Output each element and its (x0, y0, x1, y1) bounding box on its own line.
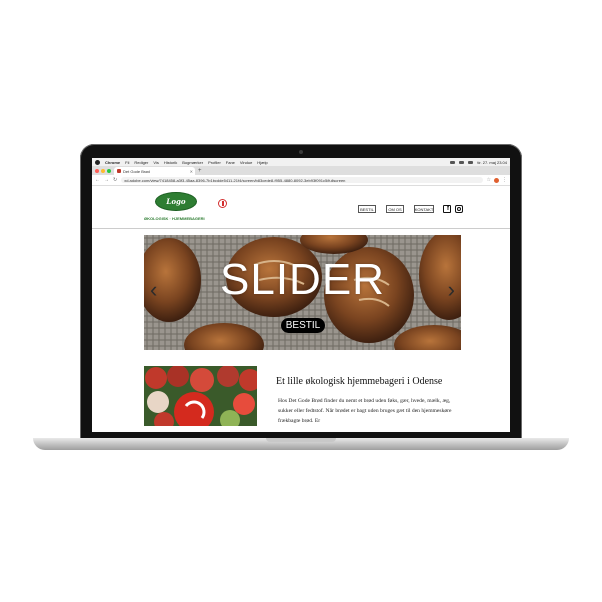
menubar-item-fil[interactable]: Fil (125, 160, 129, 165)
reload-icon[interactable]: ↻ (113, 177, 117, 183)
spotlight-icon[interactable] (468, 160, 474, 164)
intro-body: Hos Det Gode Brød finder du nemt et brød… (278, 398, 452, 424)
mac-menubar: Chrome Fil Rediger Vis Historik Bogmærke… (92, 158, 510, 166)
menubar-item-app[interactable]: Chrome (105, 160, 120, 165)
favicon-icon (117, 169, 121, 173)
forward-icon[interactable]: → (104, 177, 109, 183)
nav-item-kontakt[interactable]: KONTAKT (414, 205, 434, 213)
laptop-lid: Chrome Fil Rediger Vis Historik Bogmærke… (80, 144, 522, 440)
site-logo[interactable]: Logo (156, 193, 196, 210)
site-header: Logo ØKOLOGISK · HJEMMEBAGERI BESTIL OM … (92, 186, 510, 229)
wifi-icon[interactable] (450, 160, 456, 164)
intro-heading: Et lille økologisk hjemmebageri i Odense (276, 376, 443, 387)
nav-item-om-os[interactable]: OM OS (386, 205, 404, 213)
star-icon[interactable]: ☆ (487, 177, 491, 183)
browser-tab[interactable]: Det Gode Brød ✕ (114, 167, 195, 175)
logo-text: Logo (166, 197, 186, 206)
laptop-screen: Chrome Fil Rediger Vis Historik Bogmærke… (92, 158, 510, 432)
menubar-clock[interactable]: tir. 27. maj 23.04 (477, 160, 507, 165)
menubar-item-historik[interactable]: Historik (164, 160, 177, 165)
nav-om-os-label: OM OS (386, 205, 404, 213)
menubar-item-bogmaerker[interactable]: Bogmærker (182, 160, 203, 165)
new-tab-icon[interactable]: + (198, 168, 202, 174)
laptop-base (33, 438, 569, 450)
menubar-item-rediger[interactable]: Rediger (134, 160, 148, 165)
browser-toolbar: ← → ↻ xd.adobe.com/view/7418458-a3f3-45a… (92, 175, 510, 186)
browser-tabbar: Det Gode Brød ✕ + (92, 166, 510, 175)
nav-bestil-label: BESTIL (358, 205, 376, 213)
apples-photo (144, 366, 257, 426)
address-bar[interactable]: xd.adobe.com/view/7418458-a3f3-45aa-8396… (121, 177, 483, 183)
close-tab-icon[interactable]: ✕ (190, 169, 193, 174)
menubar-item-fane[interactable]: Fane (226, 160, 235, 165)
site-tagline: ØKOLOGISK · HJEMMEBAGERI (144, 216, 205, 221)
kebab-icon[interactable]: ⋮ (502, 177, 507, 183)
menubar-item-profiler[interactable]: Profiler (208, 160, 221, 165)
tab-title: Det Gode Brød (123, 168, 150, 174)
slider-title: SLIDER (220, 255, 385, 304)
organic-label-icon (218, 199, 227, 208)
maximize-window-icon[interactable] (107, 168, 111, 173)
menubar-item-vis[interactable]: Vis (153, 160, 158, 165)
url-text: xd.adobe.com/view/7418458-a3f3-45aa-8396… (124, 177, 346, 183)
back-icon[interactable]: ← (95, 177, 100, 183)
slider-order-button[interactable]: BESTIL (281, 318, 325, 333)
toolbar-icons: ☆ ⋮ (487, 177, 507, 183)
profile-icon[interactable] (494, 177, 499, 183)
minimize-window-icon[interactable] (101, 168, 105, 173)
window-controls (95, 168, 111, 173)
hero-slider: ‹ › SLIDER BESTIL (144, 235, 461, 350)
battery-icon[interactable] (459, 160, 465, 164)
facebook-icon[interactable]: f (443, 205, 451, 213)
webcam-icon (299, 150, 303, 154)
menubar-item-vindue[interactable]: Vindue (240, 160, 252, 165)
web-page: Logo ØKOLOGISK · HJEMMEBAGERI BESTIL OM … (92, 186, 510, 426)
nav-item-bestil[interactable]: BESTIL (358, 205, 376, 213)
instagram-icon[interactable] (455, 205, 463, 213)
nav-kontakt-label: KONTAKT (414, 205, 434, 213)
apple-icon[interactable] (95, 159, 100, 165)
menubar-item-hjaelp[interactable]: Hjælp (257, 160, 267, 165)
menubar-status-area: tir. 27. maj 23.04 (450, 160, 507, 165)
organic-badge (218, 199, 245, 208)
laptop-notch (266, 438, 336, 442)
apples-illustration (144, 366, 257, 426)
close-window-icon[interactable] (95, 168, 99, 173)
